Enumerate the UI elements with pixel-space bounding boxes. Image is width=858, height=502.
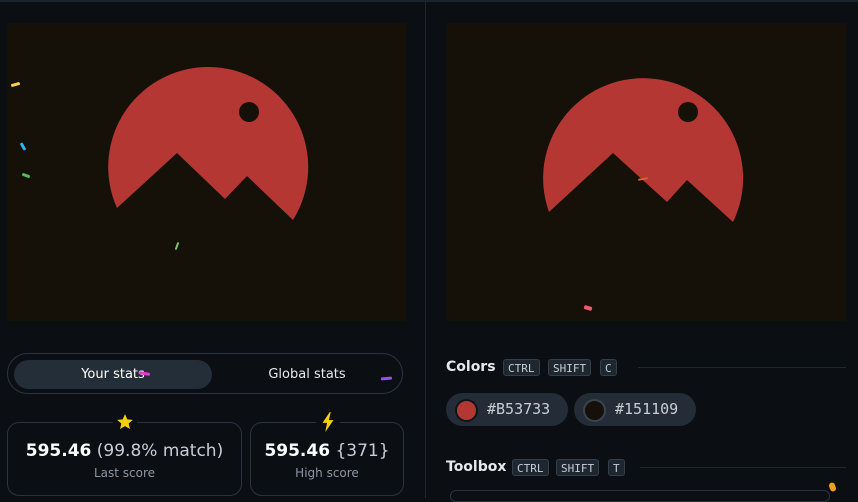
color-swatch-red[interactable]: #B53733 <box>446 393 568 426</box>
user-drawing-canvas[interactable] <box>7 23 406 321</box>
tab-global-stats[interactable]: Global stats <box>212 360 402 389</box>
last-score-value: 595.46 (99.8% match) <box>25 441 224 461</box>
shortcut-key-t: T <box>608 459 625 476</box>
tab-your-stats[interactable]: Your stats <box>14 360 212 389</box>
stats-tabs: Your stats Global stats <box>7 353 403 394</box>
star-icon <box>113 411 137 433</box>
high-score-card: 595.46 {371} High score <box>250 411 404 496</box>
section-divider <box>638 367 846 368</box>
panel-divider <box>425 0 426 498</box>
toolbox-panel[interactable] <box>450 490 830 502</box>
confetti-piece <box>828 481 837 493</box>
toolbox-title: Toolbox <box>446 459 507 475</box>
color-dot <box>583 399 606 422</box>
shortcut-key-c: C <box>600 359 617 376</box>
last-score-label: Last score <box>93 466 156 480</box>
high-score-label: High score <box>295 466 359 480</box>
high-score-value: 595.46 {371} <box>264 441 390 461</box>
color-hex: #151109 <box>615 400 679 418</box>
color-hex: #B53733 <box>487 400 551 418</box>
section-divider <box>640 467 846 468</box>
color-swatch-dark[interactable]: #151109 <box>574 393 696 426</box>
red-moon-shape <box>108 66 309 220</box>
user-drawing <box>108 66 309 220</box>
shortcut-key-ctrl: CTRL <box>503 359 540 376</box>
red-moon-shape <box>543 78 744 222</box>
high-score-count: {371} <box>335 441 390 461</box>
eclipse-dot <box>678 102 698 122</box>
last-score-match: (99.8% match) <box>96 441 224 461</box>
colors-title: Colors <box>446 359 496 375</box>
shortcut-key-shift: SHIFT <box>556 459 600 476</box>
eclipse-dot <box>239 102 259 122</box>
target-image-canvas <box>446 23 846 321</box>
shortcut-key-shift: SHIFT <box>548 359 592 376</box>
top-border <box>0 0 858 2</box>
shortcut-key-ctrl: CTRL <box>512 459 549 476</box>
color-dot <box>455 399 478 422</box>
target-image <box>543 78 744 222</box>
lightning-icon <box>316 411 340 433</box>
last-score-card: 595.46 (99.8% match) Last score <box>7 411 242 496</box>
